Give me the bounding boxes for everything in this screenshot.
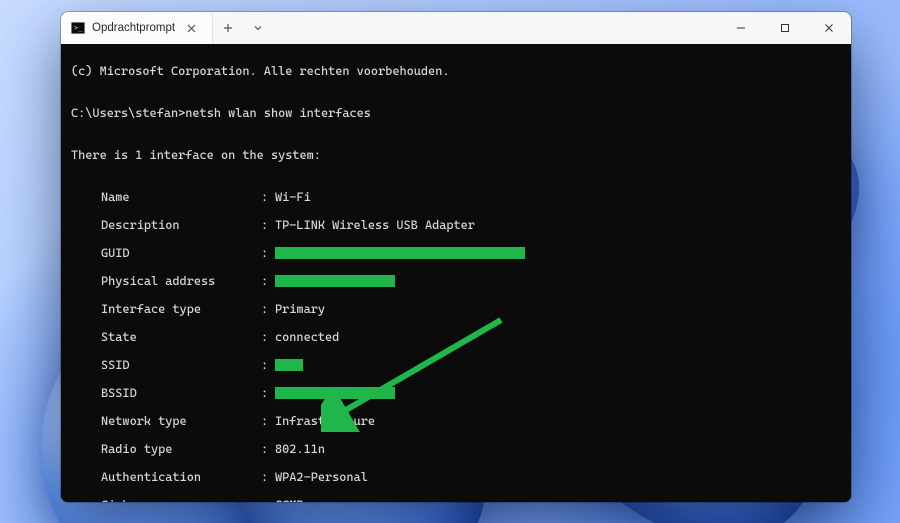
tab-overflow-button[interactable]: [243, 12, 273, 44]
tab-close-button[interactable]: [182, 19, 200, 37]
maximize-button[interactable]: [763, 12, 807, 44]
terminal-window: >_ Opdrachtprompt (c) Microsoft Corporat…: [61, 12, 851, 502]
redacted-physaddr: [275, 275, 395, 287]
field-authentication: Authentication:WPA2-Personal: [71, 470, 843, 484]
field-guid: GUID:: [71, 246, 843, 260]
titlebar-drag-region[interactable]: [273, 12, 719, 44]
field-bssid: BSSID:: [71, 386, 843, 400]
intro-line: There is 1 interface on the system:: [71, 148, 843, 162]
field-network-type: Network type:Infrastructure: [71, 414, 843, 428]
field-description: Description:TP-LINK Wireless USB Adapter: [71, 218, 843, 232]
close-button[interactable]: [807, 12, 851, 44]
redacted-bssid: [275, 387, 395, 399]
field-name: Name:Wi-Fi: [71, 190, 843, 204]
copyright-line: (c) Microsoft Corporation. Alle rechten …: [71, 64, 843, 78]
terminal-output[interactable]: (c) Microsoft Corporation. Alle rechten …: [61, 44, 851, 502]
svg-text:>_: >_: [74, 24, 83, 32]
window-titlebar[interactable]: >_ Opdrachtprompt: [61, 12, 851, 45]
tab-title: Opdrachtprompt: [92, 22, 175, 34]
prompt-line-1: C:\Users\stefan>netsh wlan show interfac…: [71, 106, 843, 120]
tab-opdrachtprompt[interactable]: >_ Opdrachtprompt: [61, 12, 213, 44]
new-tab-button[interactable]: [213, 12, 243, 44]
field-physical-addr: Physical address:: [71, 274, 843, 288]
field-cipher: Cipher:CCMP: [71, 498, 843, 502]
cmd-icon: >_: [71, 21, 85, 35]
minimize-button[interactable]: [719, 12, 763, 44]
field-state: State:connected: [71, 330, 843, 344]
redacted-ssid: [275, 359, 303, 371]
field-interface-type: Interface type:Primary: [71, 302, 843, 316]
field-ssid: SSID:: [71, 358, 843, 372]
redacted-guid: [275, 247, 525, 259]
field-radio-type: Radio type:802.11n: [71, 442, 843, 456]
